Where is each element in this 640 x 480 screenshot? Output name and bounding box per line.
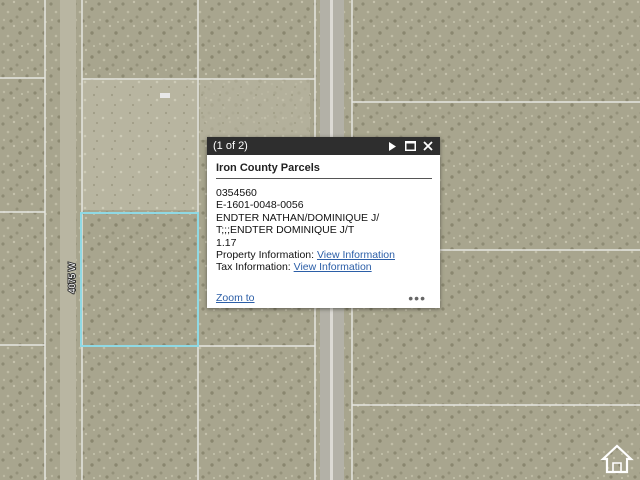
popup-title-bar: (1 of 2) <box>207 137 440 155</box>
tax-info-label: Tax Information: <box>216 261 291 274</box>
owner-name-line-1: ENDTER NATHAN/DOMINIQUE J/ <box>216 211 380 224</box>
close-button[interactable] <box>420 139 436 153</box>
maximize-button[interactable] <box>402 139 418 153</box>
parcel-id: 0354560 <box>216 187 257 199</box>
tax-info-row: Tax Information: View Information <box>216 261 432 273</box>
parcel-popup: (1 of 2) Iron County Parcels 0354560 E-1… <box>207 137 440 308</box>
property-info-label: Property Information: <box>216 249 315 262</box>
feature-count: (1 of 2) <box>213 140 248 152</box>
popup-content: 0354560 E-1601-0048-0056 ENDTER NATHAN/D… <box>216 187 432 274</box>
account-number: E-1601-0048-0056 <box>216 199 304 212</box>
property-info-link[interactable]: View Information <box>317 249 395 261</box>
maximize-icon <box>404 141 416 151</box>
popup-title: Iron County Parcels <box>216 162 432 179</box>
zoom-to-link[interactable]: Zoom to <box>216 292 255 304</box>
property-info-row: Property Information: View Information <box>216 249 432 261</box>
owner-name-line-2: T;;;ENDTER DOMINIQUE J/T <box>216 224 355 237</box>
play-icon <box>388 141 396 151</box>
tax-info-link[interactable]: View Information <box>294 261 372 273</box>
acreage: 1.17 <box>216 236 237 249</box>
more-icon[interactable]: ••• <box>408 291 426 305</box>
close-icon <box>423 141 433 151</box>
next-feature-button[interactable] <box>384 139 400 153</box>
road-label: 4075 W <box>67 262 77 294</box>
popup-footer: Zoom to ••• <box>216 291 426 305</box>
